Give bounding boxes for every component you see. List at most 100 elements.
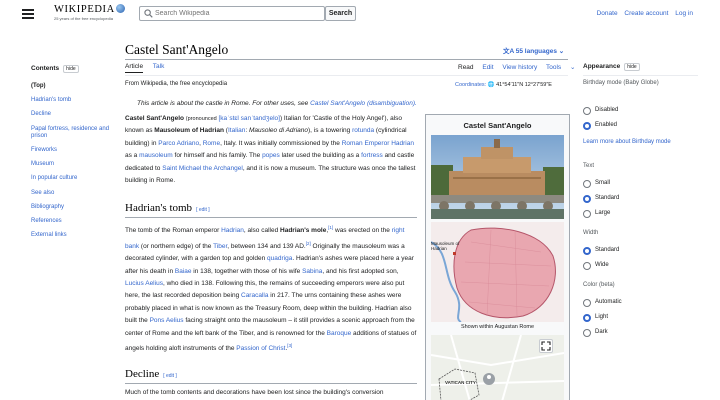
toc-hide-button[interactable]: hide	[63, 65, 79, 73]
chevron-down-icon: ⌄	[556, 48, 565, 55]
radio-label: Wide	[595, 262, 609, 268]
site-subtitle: From Wikipedia, the free encyclopedia	[125, 81, 228, 87]
radio-label: Automatic	[595, 299, 622, 305]
coordinates-label[interactable]: Coordinates:	[455, 82, 486, 88]
section-edit-link[interactable]: [ edit ]	[163, 373, 177, 379]
augustan-rome-map[interactable]: Mausoleum of Hadrian	[431, 222, 564, 322]
personal-tools: Donate Create account Log in	[592, 10, 693, 17]
color-label: Color (beta)	[583, 282, 615, 288]
radio-button[interactable]	[583, 210, 591, 218]
view-tabs: Read Edit View history Tools ⌄	[458, 63, 589, 71]
tab-talk[interactable]: Talk	[153, 63, 165, 70]
section-title: Hadrian's tomb	[125, 202, 193, 214]
infobox-title: Castel Sant'Angelo	[463, 121, 532, 130]
search-icon	[144, 9, 153, 18]
language-button[interactable]: 文A 55 languages ⌄	[503, 45, 564, 55]
globe-icon: 🌐	[487, 82, 495, 88]
toc-item-bibliography[interactable]: Bibliography	[31, 204, 111, 211]
radio-label: Dark	[595, 329, 608, 335]
main-menu-icon[interactable]	[22, 9, 34, 19]
section-heading-hadrians-tomb: Hadrian's tomb[ edit ]	[125, 202, 210, 214]
toc-item-fireworks[interactable]: Fireworks	[31, 147, 111, 154]
section-divider	[125, 217, 417, 218]
radio-button[interactable]	[583, 329, 591, 337]
baby-globe-icon	[115, 4, 125, 13]
search-input[interactable]	[155, 8, 320, 19]
section-heading-decline: Decline[ edit ]	[125, 368, 177, 380]
tab-read[interactable]: Read	[458, 64, 474, 71]
radio-button[interactable]	[583, 262, 591, 270]
radio-button[interactable]	[583, 195, 591, 203]
tabs-divider	[125, 75, 568, 76]
learn-more-birthday-link[interactable]: Learn more about Birthday mode	[583, 139, 698, 147]
rome-map-image	[431, 222, 564, 322]
title-divider	[125, 59, 568, 60]
toc-item-popular-culture[interactable]: In popular culture	[31, 175, 111, 182]
wikipedia-logo[interactable]: WIKIPEDIA 25 years of the free encyclope…	[54, 4, 125, 21]
hatnote-text: This article is about the castle in Rome…	[137, 100, 311, 107]
toc-item-external-links[interactable]: External links	[31, 232, 111, 239]
map-caption: Shown within Augustan Rome	[460, 324, 535, 330]
toc-item-papal-fortress[interactable]: Papal fortress, residence and prison	[31, 126, 111, 140]
hatnote: This article is about the castle in Rome…	[137, 100, 417, 107]
logo-tagline: 25 years of the free encyclopedia	[54, 16, 113, 21]
radio-button[interactable]	[583, 107, 591, 115]
donate-link[interactable]: Donate	[597, 10, 618, 17]
toc-item-decline[interactable]: Decline	[31, 111, 111, 118]
width-label: Width	[583, 230, 599, 236]
coordinates-value[interactable]: 41°54′11″N 12°27′59″E	[496, 82, 552, 88]
castle-photo[interactable]	[431, 135, 564, 219]
toc-item-see-also[interactable]: See also	[31, 190, 111, 197]
tab-article[interactable]: Article	[125, 63, 144, 73]
table-of-contents: Contents hide (Top) Hadrian's tomb Declin…	[31, 65, 111, 246]
radio-label: Large	[595, 210, 611, 216]
search-box[interactable]	[139, 6, 325, 21]
radio-label: Light	[595, 314, 609, 320]
vatican-city-label: VATICAN CITY	[445, 380, 476, 385]
radio-button[interactable]	[583, 180, 591, 188]
toc-item-hadrians-tomb[interactable]: Hadrian's tomb	[31, 97, 111, 104]
radio-button[interactable]	[583, 122, 591, 130]
section-divider	[125, 383, 417, 384]
radio-label: Standard	[595, 247, 620, 253]
language-count: 55 languages	[515, 48, 557, 55]
toc-item-museum[interactable]: Museum	[31, 161, 111, 168]
appearance-panel: Appearance hide	[583, 63, 698, 71]
appearance-hide-button[interactable]: hide	[624, 63, 640, 71]
translate-icon: 文A	[503, 48, 516, 55]
search-button[interactable]: Search	[325, 6, 356, 21]
radio-button[interactable]	[583, 247, 591, 255]
disambiguation-link[interactable]: Castel Sant'Angelo (disambiguation).	[310, 100, 417, 107]
birthday-mode-label: Birthday mode (Baby Globe)	[583, 80, 659, 86]
tab-tools[interactable]: Tools ⌄	[546, 64, 582, 71]
radio-label: Small	[595, 180, 611, 186]
toc-heading: Contents	[31, 65, 60, 72]
coordinates: Coordinates: 🌐 41°54′11″N 12°27′59″E	[455, 82, 552, 88]
castle-image	[431, 135, 564, 219]
radio-button[interactable]	[583, 299, 591, 307]
tab-view-history[interactable]: View history	[502, 64, 537, 71]
text-size-label: Text	[583, 163, 595, 169]
toc-item-references[interactable]: References	[31, 218, 111, 225]
map-marker-label: Mausoleum of Hadrian	[431, 241, 460, 251]
infobox: Castel Sant'Angelo Mausoleum of Hadrian …	[425, 114, 570, 400]
fullscreen-icon[interactable]	[539, 339, 553, 353]
lead-paragraph: Castel Sant'Angelo (pronounced [kaˈstɛl …	[125, 115, 416, 185]
radio-label: Standard	[595, 195, 620, 201]
section-title: Decline	[125, 368, 160, 380]
toc-item-top[interactable]: (Top)	[31, 83, 111, 90]
namespace-tabs: Article Talk	[125, 63, 172, 73]
section-edit-link[interactable]: [ edit ]	[196, 207, 210, 213]
hadrians-tomb-paragraph: The tomb of the Roman emperor Hadrian, a…	[125, 225, 417, 353]
radio-label: Disabled	[595, 107, 619, 113]
create-account-link[interactable]: Create account	[624, 10, 668, 17]
radio-label: Enabled	[595, 122, 618, 128]
decline-paragraph: Much of the tomb contents and decoration…	[125, 389, 384, 396]
appearance-divider	[583, 75, 698, 76]
radio-button[interactable]	[583, 314, 591, 322]
tab-edit[interactable]: Edit	[482, 64, 493, 71]
page-title: Castel Sant'Angelo	[125, 42, 229, 57]
appearance-heading: Appearance	[583, 63, 621, 70]
location-map[interactable]: VATICAN CITY	[431, 335, 564, 400]
login-link[interactable]: Log in	[675, 10, 693, 17]
